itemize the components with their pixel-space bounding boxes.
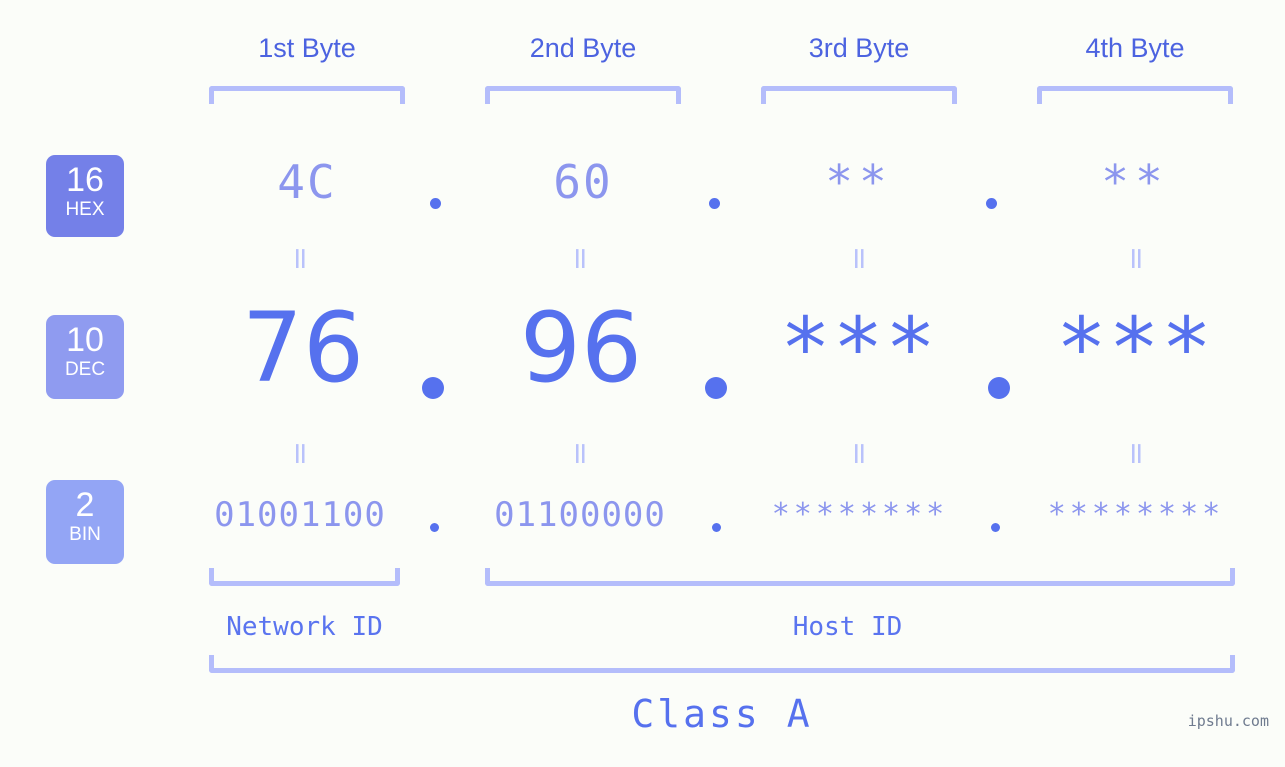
dec-separator-dot-1 (422, 377, 444, 399)
dec-separator-dot-2 (705, 377, 727, 399)
dec-value-1: 76 (241, 292, 365, 404)
equals-connector-dec-bin-1: = (283, 441, 318, 467)
byte-header-2: 2nd Byte (529, 33, 637, 63)
network-id-bracket (209, 568, 400, 586)
dec-value-2: 96 (519, 292, 643, 404)
equals-connector-dec-bin-3: = (842, 441, 877, 467)
dec-value-3: *** (780, 299, 938, 397)
bin-value-1: 01001100 (214, 495, 386, 535)
host-id-bracket (485, 568, 1235, 586)
bin-value-3: ******** (771, 497, 949, 532)
hex-separator-dot-2 (709, 198, 720, 209)
equals-connector-hex-dec-2: = (563, 246, 598, 272)
byte-bracket-1 (209, 86, 405, 104)
equals-connector-dec-bin-4: = (1119, 441, 1154, 467)
hex-value-4: ** (1101, 155, 1169, 209)
bin-separator-dot-1 (430, 523, 439, 532)
byte-header-4: 4th Byte (1085, 33, 1185, 63)
equals-connector-dec-bin-2: = (563, 441, 598, 467)
bin-value-4: ******** (1047, 497, 1225, 532)
base-badge-hex-name: HEX (65, 199, 105, 220)
base-badge-bin-number: 2 (75, 486, 95, 524)
base-badge-hex: 16 HEX (46, 155, 124, 237)
base-badge-dec-number: 10 (66, 321, 104, 359)
byte-header-1: 1st Byte (258, 33, 356, 63)
hex-separator-dot-3 (986, 198, 997, 209)
watermark: ipshu.com (1187, 712, 1269, 730)
bin-separator-dot-2 (712, 523, 721, 532)
class-label: Class A (631, 692, 813, 736)
ip-address-breakdown-diagram: 1st Byte 2nd Byte 3rd Byte 4th Byte 16 H… (0, 0, 1285, 767)
network-id-label: Network ID (226, 612, 383, 642)
host-id-label: Host ID (792, 612, 903, 642)
hex-separator-dot-1 (430, 198, 441, 209)
hex-value-2: 60 (553, 155, 613, 209)
equals-connector-hex-dec-4: = (1119, 246, 1154, 272)
base-badge-hex-number: 16 (66, 161, 104, 199)
byte-header-3: 3rd Byte (808, 33, 910, 63)
base-badge-dec: 10 DEC (46, 315, 124, 399)
equals-connector-hex-dec-1: = (283, 246, 318, 272)
class-bracket (209, 655, 1235, 673)
bin-value-2: 01100000 (494, 495, 666, 535)
base-badge-bin: 2 BIN (46, 480, 124, 564)
equals-connector-hex-dec-3: = (842, 246, 877, 272)
dec-value-4: *** (1056, 299, 1214, 397)
byte-bracket-4 (1037, 86, 1233, 104)
byte-bracket-3 (761, 86, 957, 104)
byte-bracket-2 (485, 86, 681, 104)
bin-separator-dot-3 (991, 523, 1000, 532)
base-badge-dec-name: DEC (64, 359, 106, 380)
hex-value-1: 4C (277, 155, 337, 209)
dec-separator-dot-3 (988, 377, 1010, 399)
base-badge-bin-name: BIN (69, 524, 101, 545)
hex-value-3: ** (825, 155, 893, 209)
